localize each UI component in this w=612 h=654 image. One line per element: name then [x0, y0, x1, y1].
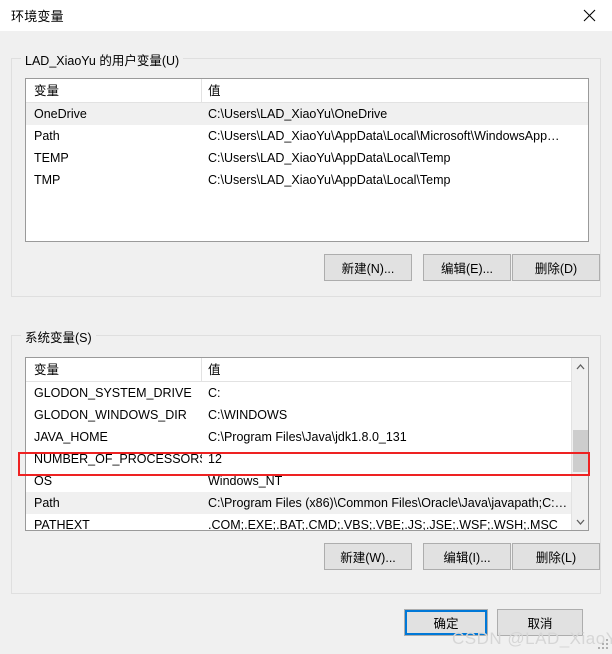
close-button[interactable]	[567, 0, 612, 31]
user-edit-button[interactable]: 编辑(E)...	[423, 254, 511, 281]
table-row[interactable]: TMP C:\Users\LAD_XiaoYu\AppData\Local\Te…	[26, 169, 588, 191]
system-variable-name: NUMBER_OF_PROCESSORS	[34, 452, 202, 466]
table-row[interactable]: NUMBER_OF_PROCESSORS 12	[26, 448, 588, 470]
table-row[interactable]: OneDrive C:\Users\LAD_XiaoYu\OneDrive	[26, 103, 588, 125]
system-list-scrollbar[interactable]	[571, 358, 588, 530]
user-variable-name: TEMP	[34, 151, 69, 165]
scrollbar-thumb[interactable]	[573, 430, 588, 472]
chevron-down-icon[interactable]	[572, 513, 588, 530]
system-variable-value: C:\Program Files\Java\jdk1.8.0_131	[208, 430, 407, 444]
dialog-body: LAD_XiaoYu 的用户变量(U) 变量 值 OneDrive C:\Use…	[0, 31, 612, 654]
system-variable-name: JAVA_HOME	[34, 430, 108, 444]
system-variable-name: GLODON_WINDOWS_DIR	[34, 408, 187, 422]
system-variable-value: C:\Program Files (x86)\Common Files\Orac…	[208, 496, 568, 510]
chevron-up-icon[interactable]	[572, 358, 588, 375]
user-variable-value: C:\Users\LAD_XiaoYu\OneDrive	[208, 107, 388, 121]
window-title: 环境变量	[11, 9, 64, 24]
system-variable-value: C:	[208, 386, 221, 400]
table-row[interactable]: Path C:\Users\LAD_XiaoYu\AppData\Local\M…	[26, 125, 588, 147]
system-variable-value: C:\WINDOWS	[208, 408, 288, 422]
system-edit-button[interactable]: 编辑(I)...	[423, 543, 511, 570]
user-variables-list[interactable]: 变量 值 OneDrive C:\Users\LAD_XiaoYu\OneDri…	[25, 78, 589, 242]
user-variable-name: Path	[34, 129, 60, 143]
table-row[interactable]: TEMP C:\Users\LAD_XiaoYu\AppData\Local\T…	[26, 147, 588, 169]
user-variable-name: OneDrive	[34, 107, 87, 121]
user-variables-legend: LAD_XiaoYu 的用户变量(U)	[21, 50, 184, 69]
system-variable-name: GLODON_SYSTEM_DRIVE	[34, 386, 192, 400]
table-row[interactable]: PATHEXT .COM;.EXE;.BAT;.CMD;.VBS;.VBE;.J…	[26, 514, 588, 531]
user-variable-value: C:\Users\LAD_XiaoYu\AppData\Local\Temp	[208, 151, 451, 165]
system-variable-name: Path	[34, 496, 60, 510]
user-column-header-name[interactable]: 变量	[26, 79, 202, 103]
system-variable-name: OS	[34, 474, 53, 488]
system-variables-list[interactable]: 变量 值 GLODON_SYSTEM_DRIVE C: GLODON_WINDO…	[25, 357, 589, 531]
user-variable-value: C:\Users\LAD_XiaoYu\AppData\Local\Temp	[208, 173, 451, 187]
table-row[interactable]: Path C:\Program Files (x86)\Common Files…	[26, 492, 588, 514]
table-row[interactable]: GLODON_WINDOWS_DIR C:\WINDOWS	[26, 404, 588, 426]
table-row[interactable]: JAVA_HOME C:\Program Files\Java\jdk1.8.0…	[26, 426, 588, 448]
user-delete-button[interactable]: 删除(D)	[512, 254, 600, 281]
user-variables-group: LAD_XiaoYu 的用户变量(U) 变量 值 OneDrive C:\Use…	[11, 50, 601, 297]
close-icon	[583, 9, 596, 22]
table-row[interactable]: OS Windows_NT	[26, 470, 588, 492]
system-column-header-name[interactable]: 变量	[26, 358, 202, 382]
system-new-button[interactable]: 新建(W)...	[324, 543, 412, 570]
watermark: CSDN @LAD_XiaoYu	[452, 629, 612, 648]
user-variable-value: C:\Users\LAD_XiaoYu\AppData\Local\Micros…	[208, 129, 560, 143]
system-variables-legend: 系统变量(S)	[21, 327, 96, 346]
system-list-header: 变量 值	[26, 358, 588, 382]
system-variable-value: .COM;.EXE;.BAT;.CMD;.VBS;.VBE;.JS;.JSE;.…	[208, 518, 558, 531]
user-new-button[interactable]: 新建(N)...	[324, 254, 412, 281]
user-list-header: 变量 值	[26, 79, 588, 103]
table-row[interactable]: GLODON_SYSTEM_DRIVE C:	[26, 382, 588, 404]
system-variable-value: Windows_NT	[208, 474, 283, 488]
system-delete-button[interactable]: 删除(L)	[512, 543, 600, 570]
system-variable-name: PATHEXT	[34, 518, 90, 531]
user-column-header-value[interactable]: 值	[202, 79, 588, 103]
system-variables-group: 系统变量(S) 变量 值 GLODON_SYSTEM_DRIVE C: GLOD…	[11, 327, 601, 594]
system-variable-value: 12	[208, 452, 222, 466]
user-variable-name: TMP	[34, 173, 61, 187]
title-bar: 环境变量	[0, 0, 612, 31]
resize-grip[interactable]	[597, 639, 609, 651]
system-column-header-value[interactable]: 值	[202, 358, 588, 382]
